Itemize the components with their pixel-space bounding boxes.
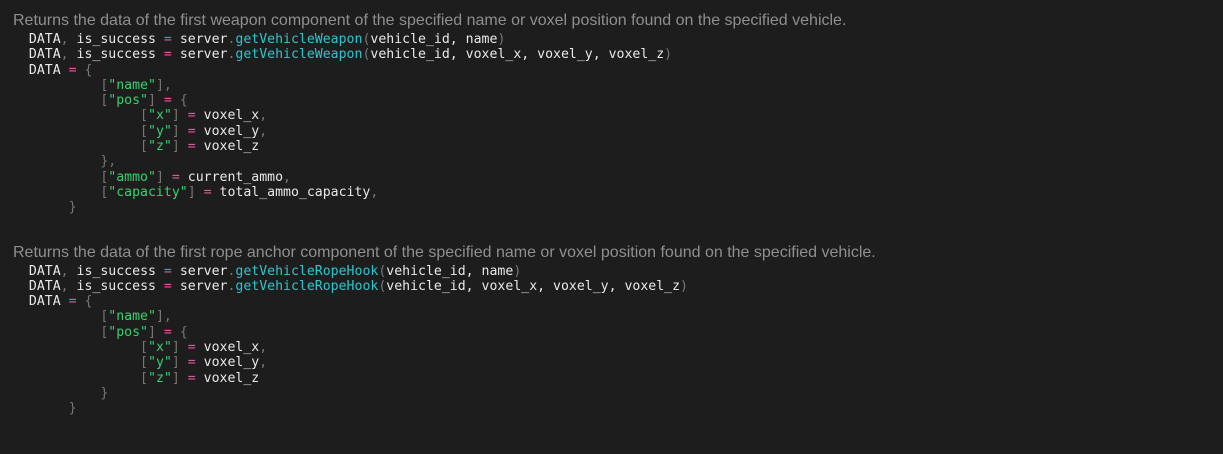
value-x: voxel_x — [203, 108, 260, 124]
function-name: getVehicleRopeHook — [235, 278, 379, 294]
section-description: Returns the data of the first weapon com… — [13, 12, 847, 29]
code-line: ["y"] = voxel_y, — [140, 123, 268, 139]
key-name: "name" — [108, 77, 156, 93]
code-line: ["name"], — [100, 77, 172, 93]
server-object: server — [179, 47, 228, 63]
key-z: "z" — [148, 139, 172, 155]
code-block: DATA, is_success = server.getVehicleWeap… — [13, 32, 1213, 216]
section-get-vehicle-rope-hook: Returns the data of the first rope ancho… — [13, 242, 1213, 417]
function-args: vehicle_id, name — [386, 263, 514, 279]
value-y: voxel_y — [203, 355, 260, 371]
value-ammo: current_ammo — [187, 169, 284, 185]
code-line: ["z"] = voxel_z — [140, 370, 260, 386]
code-line: DATA = { — [28, 62, 93, 78]
key-name: "name" — [108, 309, 156, 325]
function-name: getVehicleWeapon — [235, 47, 363, 63]
key-z: "z" — [148, 370, 172, 386]
key-capacity: "capacity" — [108, 184, 188, 200]
key-y: "y" — [148, 355, 172, 371]
function-args: vehicle_id, voxel_x, voxel_y, voxel_z — [370, 47, 665, 63]
section-get-vehicle-weapon: Returns the data of the first weapon com… — [13, 10, 1213, 216]
code-line: } — [100, 385, 109, 401]
code-line: }, — [100, 154, 117, 170]
success-var: is_success — [76, 32, 156, 47]
section-description: Returns the data of the first rope ancho… — [13, 243, 876, 261]
success-var: is_success — [76, 47, 156, 63]
value-z: voxel_z — [203, 139, 260, 155]
value-capacity: total_ammo_capacity — [219, 184, 371, 200]
code-line: ["pos"] = { — [100, 324, 188, 340]
key-x: "x" — [148, 340, 172, 356]
success-var: is_success — [76, 278, 156, 294]
code-line: ["z"] = voxel_z — [140, 139, 260, 155]
code-line: } — [68, 200, 77, 216]
value-y: voxel_y — [203, 123, 260, 139]
code-line: DATA, is_success = server.getVehicleRope… — [28, 278, 688, 294]
api-documentation: Returns the data of the first weapon com… — [13, 10, 1213, 417]
key-pos: "pos" — [108, 324, 148, 340]
server-object: server — [179, 32, 228, 47]
function-name: getVehicleWeapon — [235, 32, 363, 47]
code-line: ["name"], — [100, 309, 172, 325]
function-args: vehicle_id, name — [370, 32, 498, 47]
code-line: DATA, is_success = server.getVehicleRope… — [28, 263, 522, 279]
code-line: ["capacity"] = total_ammo_capacity, — [100, 184, 379, 200]
value-x: voxel_x — [203, 340, 260, 356]
code-line: DATA, is_success = server.getVehicleWeap… — [28, 47, 673, 63]
key-x: "x" — [148, 108, 172, 124]
code-line: ["ammo"] = current_ammo, — [100, 169, 291, 185]
code-line: } — [68, 401, 77, 417]
code-line: ["x"] = voxel_x, — [140, 340, 268, 356]
data-var: DATA — [28, 62, 61, 78]
function-name: getVehicleRopeHook — [235, 263, 379, 279]
function-args: vehicle_id, voxel_x, voxel_y, voxel_z — [386, 278, 681, 294]
key-y: "y" — [148, 123, 172, 139]
data-var: DATA — [28, 32, 61, 47]
key-ammo: "ammo" — [108, 169, 156, 185]
data-var: DATA — [28, 294, 61, 310]
server-object: server — [179, 278, 228, 294]
key-pos: "pos" — [108, 93, 148, 109]
data-var: DATA — [28, 278, 61, 294]
code-line: ["x"] = voxel_x, — [140, 108, 268, 124]
value-z: voxel_z — [203, 370, 260, 386]
code-line: ["y"] = voxel_y, — [140, 355, 268, 371]
code-line: ["pos"] = { — [100, 93, 188, 109]
code-line: DATA, is_success = server.getVehicleWeap… — [28, 32, 506, 47]
code-block: DATA, is_success = server.getVehicleRope… — [13, 264, 1213, 417]
data-var: DATA — [28, 47, 61, 63]
code-line: DATA = { — [28, 294, 93, 310]
server-object: server — [179, 263, 228, 279]
success-var: is_success — [76, 263, 156, 279]
data-var: DATA — [28, 263, 61, 279]
